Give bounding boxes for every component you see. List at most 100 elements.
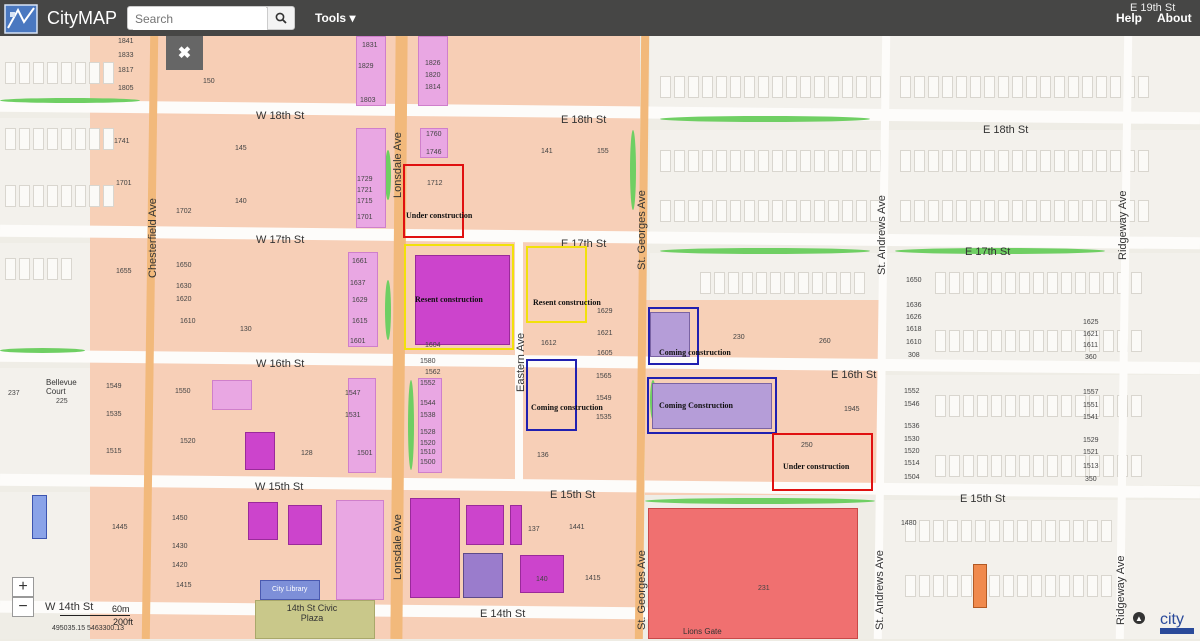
address-label: 1655 [116, 268, 132, 275]
address-label: 1701 [116, 180, 132, 187]
address-label: 1541 [1083, 414, 1099, 421]
annotation-resent-construction [526, 246, 587, 323]
street-label: E 14th St [480, 608, 526, 620]
building-magenta[interactable] [410, 498, 460, 598]
building-magenta[interactable] [520, 555, 564, 593]
address-label: 1513 [1083, 463, 1099, 470]
address-label: 1746 [426, 149, 442, 156]
address-label: 1661 [352, 258, 368, 265]
lot-row [700, 272, 865, 294]
building-orange[interactable] [973, 564, 987, 608]
address-label: 1544 [420, 400, 436, 407]
address-label: 1529 [1083, 437, 1099, 444]
address-label: 1803 [360, 97, 376, 104]
north-arrow-icon: ▲ [1133, 612, 1145, 624]
address-label: 1621 [597, 330, 613, 337]
building-hospital[interactable] [648, 508, 858, 639]
building-magenta[interactable] [288, 505, 322, 545]
address-label: 1515 [106, 448, 122, 455]
tree-row [385, 280, 391, 340]
building-pink[interactable] [418, 36, 448, 106]
address-label: 1611 [1083, 342, 1099, 349]
address-label: 1552 [904, 388, 920, 395]
building-magenta[interactable] [248, 502, 278, 540]
street-label: W 15th St [255, 481, 304, 493]
tree-row [0, 348, 85, 353]
address-label: 150 [203, 78, 215, 85]
address-label: 1551 [1083, 402, 1099, 409]
building-magenta[interactable] [245, 432, 275, 470]
address-label: 1535 [106, 411, 122, 418]
address-label: 1741 [114, 138, 130, 145]
place-label: City Library [272, 586, 308, 593]
lot-row [935, 272, 1142, 294]
zoom-out-button[interactable]: − [12, 597, 34, 617]
address-label: 1621 [1083, 331, 1099, 338]
street-label: E 16th St [831, 369, 877, 381]
zoom-in-button[interactable]: + [12, 577, 34, 597]
address-label: 1520 [904, 448, 920, 455]
map-canvas[interactable]: W 18th St E 18th St E 18th St E 19th St … [0, 0, 1200, 639]
address-label: 1625 [1083, 319, 1099, 326]
address-label: 1528 [420, 429, 436, 436]
annotation-coming-construction [526, 359, 577, 431]
address-label: 1504 [904, 474, 920, 481]
lot-row [5, 185, 114, 207]
lot-row [900, 150, 1149, 172]
annotation-label: Under construction [406, 211, 473, 220]
address-label: 1701 [357, 214, 373, 221]
coordinates-readout: 495035.15 5463300.13 [52, 625, 125, 632]
address-label: 1636 [906, 302, 922, 309]
street-label: E 15th St [550, 489, 596, 501]
address-label: 155 [597, 148, 609, 155]
search-field[interactable] [127, 6, 267, 30]
citymap-logo-icon[interactable] [4, 4, 38, 34]
close-icon[interactable]: ✖ [166, 36, 203, 70]
city-logo-icon: city [1158, 606, 1196, 636]
address-label: 1615 [352, 318, 368, 325]
address-label: 1530 [904, 436, 920, 443]
search-button[interactable] [267, 6, 295, 30]
address-label: 1612 [541, 340, 557, 347]
address-label: 1521 [1083, 449, 1099, 456]
lot-row [660, 150, 881, 172]
street-label: W 14th St [45, 601, 94, 613]
search-input[interactable] [133, 8, 267, 30]
address-label: 1535 [596, 414, 612, 421]
tree-row [660, 248, 870, 254]
street-label: St. Georges Ave [636, 550, 648, 630]
tree-row [660, 116, 870, 122]
search-icon [275, 12, 287, 24]
building-magenta[interactable] [510, 505, 522, 545]
address-label: 1820 [425, 72, 441, 79]
address-label: 225 [56, 398, 68, 405]
address-label: 1814 [425, 84, 441, 91]
address-label: 1580 [420, 358, 436, 365]
annotation-label: Coming Construction [659, 401, 734, 410]
building-pink[interactable] [212, 380, 252, 410]
annotation-label: Resent construction [415, 295, 483, 304]
place-label: 14th St Civic Plaza [286, 603, 338, 623]
building-pink[interactable] [336, 500, 384, 600]
annotation-label: Coming construction [659, 348, 731, 357]
address-label: 1605 [597, 350, 613, 357]
annotation-under-construction [403, 164, 464, 238]
tools-menu[interactable]: Tools ▾ [315, 11, 355, 25]
building-blue[interactable] [32, 495, 47, 539]
svg-text:city: city [1160, 611, 1184, 628]
street-label: Ridgeway Ave [1115, 555, 1127, 625]
lot-row [660, 200, 881, 222]
address-label: 308 [908, 352, 920, 359]
lot-row [5, 62, 114, 84]
building-magenta[interactable] [466, 505, 504, 545]
tree-row [0, 98, 140, 103]
street-label: W 17th St [256, 234, 305, 246]
scale-bar [60, 615, 130, 616]
app-title: CityMAP [47, 8, 118, 28]
address-label: 1565 [596, 373, 612, 380]
building-purple[interactable] [463, 553, 503, 598]
address-label: 1550 [175, 388, 191, 395]
tree-row [645, 498, 875, 504]
lot-row [935, 395, 1142, 417]
lot-row [935, 330, 1142, 352]
